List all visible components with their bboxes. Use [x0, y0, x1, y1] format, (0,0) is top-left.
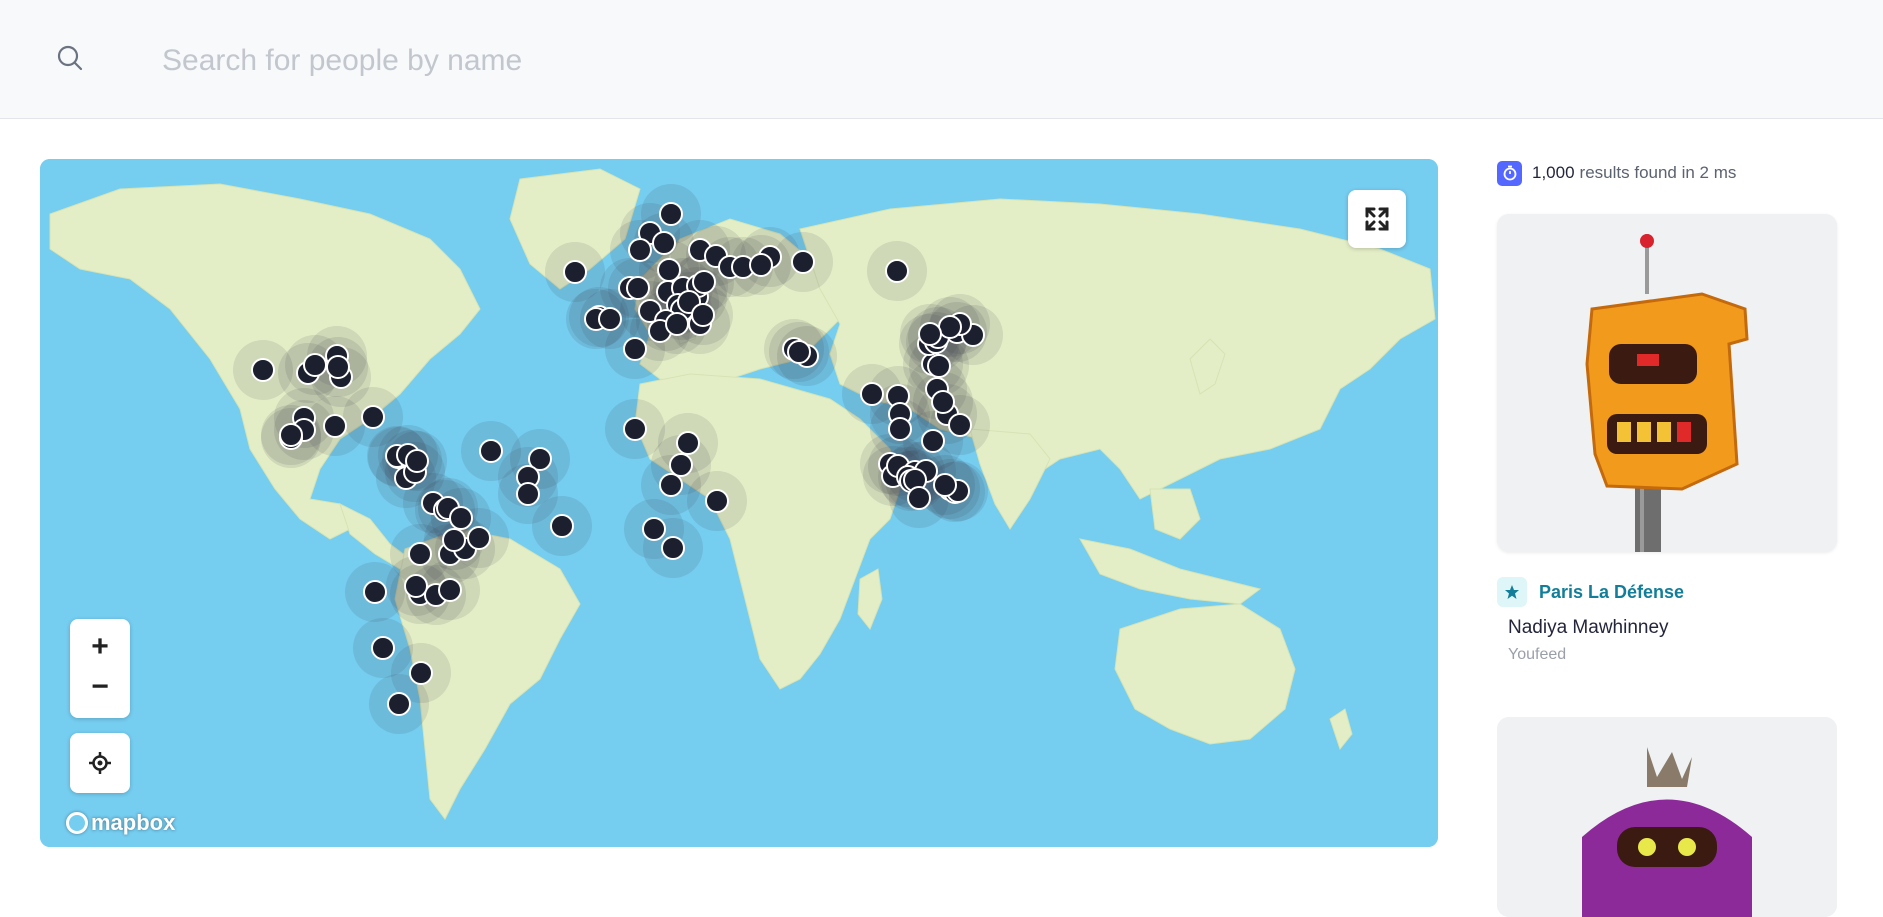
map-marker[interactable] [623, 417, 647, 441]
results-label: results found in 2 ms [1579, 163, 1737, 182]
map-marker[interactable] [361, 405, 385, 429]
world-map[interactable] [40, 159, 1438, 847]
search-header [0, 0, 1883, 119]
map-marker[interactable] [860, 382, 884, 406]
map-marker[interactable] [409, 661, 433, 685]
map-marker[interactable] [442, 528, 466, 552]
map-marker[interactable] [885, 259, 909, 283]
map-marker[interactable] [787, 340, 811, 364]
map-marker[interactable] [692, 270, 716, 294]
map-marker[interactable] [907, 486, 931, 510]
results-count: 1,000 [1532, 163, 1575, 182]
map-marker[interactable] [642, 517, 666, 541]
robot-avatar-2 [1497, 717, 1837, 917]
card-location[interactable]: Paris La Défense [1497, 577, 1684, 607]
map-marker[interactable] [467, 526, 491, 550]
person-name[interactable]: Nadiya Mawhinney [1508, 617, 1669, 639]
star-icon [1497, 577, 1527, 607]
map-marker[interactable] [661, 536, 685, 560]
fullscreen-button[interactable] [1348, 190, 1406, 248]
map-marker[interactable] [628, 238, 652, 262]
map-marker[interactable] [516, 482, 540, 506]
map-marker[interactable] [404, 574, 428, 598]
card-location-label: Paris La Défense [1539, 581, 1685, 602]
locate-button[interactable] [70, 733, 130, 793]
zoom-out-button[interactable]: − [70, 667, 130, 707]
mapbox-logo-icon [66, 812, 88, 834]
map-marker[interactable] [676, 431, 700, 455]
map-marker[interactable] [938, 315, 962, 339]
results-stats: 1,000 results found in 2 ms [1497, 160, 1736, 186]
map-marker[interactable] [598, 307, 622, 331]
search-icon [57, 45, 83, 71]
map-marker[interactable] [691, 303, 715, 327]
zoom-controls: + − [70, 619, 130, 718]
map-marker[interactable] [479, 439, 503, 463]
mapbox-attribution: mapbox [91, 810, 176, 835]
map-marker[interactable] [371, 636, 395, 660]
map-marker[interactable] [669, 453, 693, 477]
map-marker[interactable] [408, 542, 432, 566]
mapbox-logo[interactable]: mapbox [66, 809, 175, 837]
map-marker[interactable] [948, 413, 972, 437]
map-marker[interactable] [626, 276, 650, 300]
map[interactable] [40, 159, 1438, 847]
map-marker[interactable] [438, 578, 462, 602]
map-marker[interactable] [323, 414, 347, 438]
map-marker[interactable] [449, 506, 473, 530]
zoom-in-button[interactable]: + [70, 627, 130, 667]
map-marker[interactable] [657, 258, 681, 282]
map-marker[interactable] [405, 449, 429, 473]
map-marker[interactable] [279, 423, 303, 447]
map-marker[interactable] [363, 580, 387, 604]
map-marker[interactable] [705, 489, 729, 513]
map-marker[interactable] [303, 353, 327, 377]
map-marker[interactable] [927, 354, 951, 378]
robot-avatar [1497, 214, 1837, 552]
person-company: Youfeed [1508, 646, 1567, 663]
map-marker[interactable] [659, 202, 683, 226]
map-marker[interactable] [623, 337, 647, 361]
map-marker[interactable] [888, 417, 912, 441]
map-marker[interactable] [652, 231, 676, 255]
person-avatar-image[interactable] [1497, 214, 1837, 552]
map-marker[interactable] [931, 390, 955, 414]
map-marker[interactable] [749, 253, 773, 277]
map-marker[interactable] [550, 514, 574, 538]
map-marker[interactable] [791, 250, 815, 274]
map-marker[interactable] [921, 429, 945, 453]
person-avatar-image-2[interactable] [1497, 717, 1837, 917]
map-marker[interactable] [251, 358, 275, 382]
locate-icon [89, 752, 111, 774]
map-marker[interactable] [563, 260, 587, 284]
map-marker[interactable] [665, 312, 689, 336]
map-marker[interactable] [933, 473, 957, 497]
fullscreen-icon [1365, 207, 1389, 231]
stopwatch-icon [1497, 160, 1522, 186]
map-marker[interactable] [387, 692, 411, 716]
search-input[interactable] [160, 34, 1064, 88]
map-marker[interactable] [326, 355, 350, 379]
map-marker[interactable] [659, 473, 683, 497]
map-marker[interactable] [918, 322, 942, 346]
